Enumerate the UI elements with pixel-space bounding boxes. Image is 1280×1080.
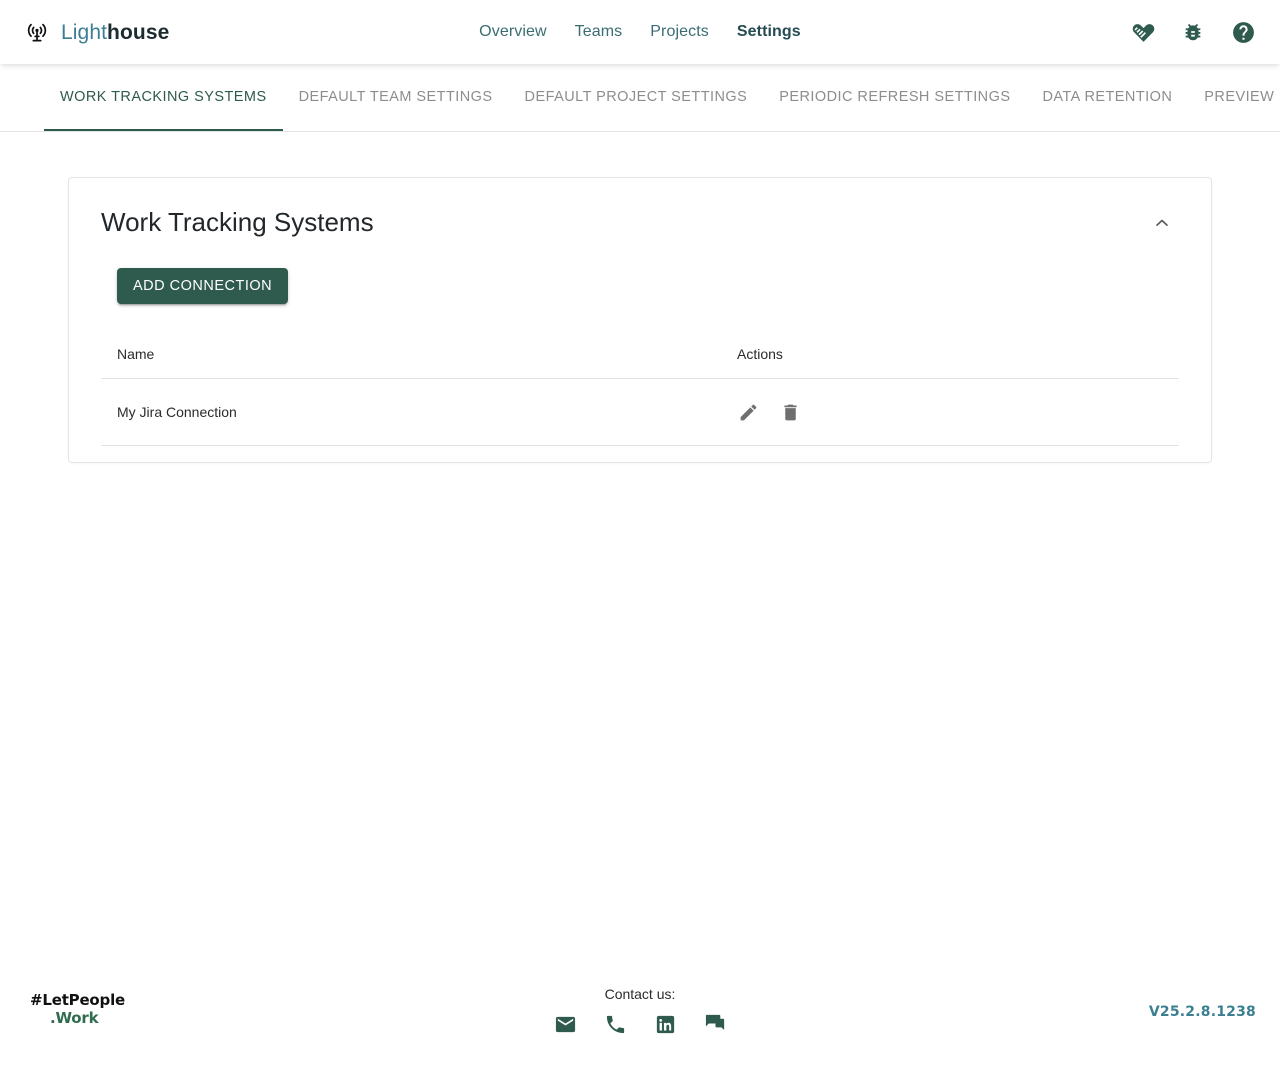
card-body: ADD CONNECTION Name Actions My Jira Conn… [85, 244, 1195, 446]
nav-item-projects[interactable]: Projects [650, 24, 709, 40]
row-actions [737, 401, 1163, 423]
phone-icon[interactable] [603, 1012, 627, 1036]
edit-icon[interactable] [737, 401, 759, 423]
page-title: Work Tracking Systems [101, 207, 374, 238]
table-header-row: Name Actions [101, 332, 1179, 379]
column-header-name: Name [101, 332, 721, 379]
table-header: Name Actions [101, 332, 1179, 379]
contact-section: Contact us: [0, 986, 1280, 1036]
table-row: My Jira Connection [101, 378, 1179, 446]
forum-icon[interactable] [703, 1012, 727, 1036]
tab-default-project-settings[interactable]: DEFAULT PROJECT SETTINGS [509, 64, 764, 131]
tab-periodic-refresh-settings[interactable]: PERIODIC REFRESH SETTINGS [763, 64, 1026, 131]
cell-connection-name: My Jira Connection [101, 378, 721, 446]
delete-icon[interactable] [779, 401, 801, 423]
tab-data-retention[interactable]: DATA RETENTION [1026, 64, 1188, 131]
settings-tabs: WORK TRACKING SYSTEMS DEFAULT TEAM SETTI… [0, 64, 1280, 132]
help-icon[interactable] [1230, 19, 1256, 45]
nav-item-settings[interactable]: Settings [737, 24, 801, 40]
header-actions [1130, 0, 1256, 64]
chevron-up-icon[interactable] [1145, 206, 1179, 240]
table-body: My Jira Connection [101, 378, 1179, 446]
app-header: Lighthouse Overview Teams Projects Setti… [0, 0, 1280, 64]
connections-table: Name Actions My Jira Connection [101, 332, 1179, 446]
contribute-icon[interactable] [1130, 19, 1156, 45]
bug-icon[interactable] [1180, 19, 1206, 45]
page-footer: #LetPeople .Work Contact us: V25.2.8.123… [0, 984, 1280, 1080]
email-icon[interactable] [553, 1012, 577, 1036]
contact-label: Contact us: [604, 986, 676, 1002]
work-tracking-systems-card: Work Tracking Systems ADD CONNECTION Nam… [68, 177, 1212, 463]
tab-work-tracking-systems[interactable]: WORK TRACKING SYSTEMS [44, 64, 283, 131]
contact-icons [553, 1012, 727, 1036]
tab-default-team-settings[interactable]: DEFAULT TEAM SETTINGS [283, 64, 509, 131]
linkedin-icon[interactable] [653, 1012, 677, 1036]
nav-item-overview[interactable]: Overview [479, 24, 546, 40]
cell-actions [721, 378, 1179, 446]
add-connection-button[interactable]: ADD CONNECTION [117, 268, 289, 304]
main-navigation: Overview Teams Projects Settings [0, 0, 1280, 64]
nav-item-teams[interactable]: Teams [575, 24, 623, 40]
app-version: V25.2.8.1238 [1148, 1004, 1256, 1020]
card-header: Work Tracking Systems [85, 194, 1195, 244]
tab-preview[interactable]: PREVIEW [1188, 64, 1280, 131]
column-header-actions: Actions [721, 332, 1179, 379]
